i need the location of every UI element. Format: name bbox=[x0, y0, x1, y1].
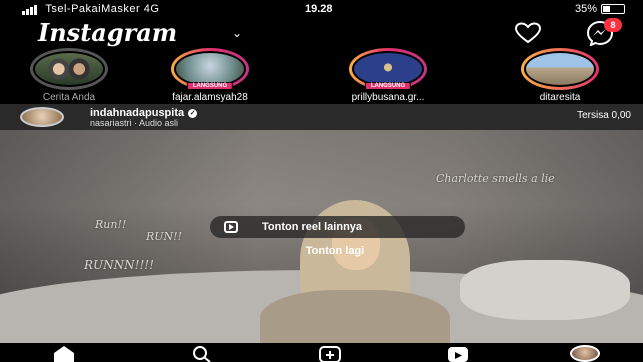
profile-avatar[interactable] bbox=[570, 345, 600, 362]
story-avatar bbox=[33, 51, 105, 87]
battery-percent: 35% bbox=[574, 3, 597, 15]
time-remaining: Tersisa 0,00 bbox=[577, 110, 631, 121]
live-badge: LANGSUNG bbox=[186, 82, 234, 90]
story-name: fajar.alamsyah28 bbox=[172, 92, 248, 103]
stories-tray: Cerita Anda LANGSUNG fajar.alamsyah28 LA… bbox=[0, 48, 643, 104]
verified-icon: ✓ bbox=[188, 108, 198, 118]
app-header: Instagram ⌄ 8 bbox=[0, 18, 643, 48]
story-name: prillybusana.gr... bbox=[351, 92, 425, 103]
reels-icon[interactable] bbox=[444, 345, 472, 362]
heart-icon[interactable] bbox=[514, 22, 542, 44]
story-ring bbox=[30, 48, 108, 90]
search-icon[interactable] bbox=[188, 345, 216, 362]
video-caption: Charlotte smells a lie bbox=[436, 172, 555, 185]
story-name: Cerita Anda bbox=[42, 92, 96, 103]
watch-more-reels-button[interactable]: Tonton reel lainnya bbox=[210, 216, 465, 238]
carrier-info: Tsel-PakaiMasker 4G bbox=[22, 3, 159, 15]
video-text-run1: Run!! bbox=[95, 218, 127, 231]
video-text-run2: RUN!! bbox=[146, 230, 183, 243]
story-name: ditaresita bbox=[539, 92, 581, 103]
video-text-run3: RUNNN!!!! bbox=[84, 258, 154, 272]
reel-video[interactable]: Charlotte smells a lie Run!! RUN!! RUNNN… bbox=[0, 130, 643, 343]
watch-more-label: Tonton reel lainnya bbox=[262, 221, 363, 233]
battery-status: 35% bbox=[575, 3, 625, 15]
story-item[interactable]: LANGSUNG prillybusana.gr... bbox=[323, 48, 453, 103]
bottom-nav bbox=[0, 343, 643, 362]
home-icon[interactable] bbox=[50, 345, 78, 362]
signal-icon bbox=[22, 3, 38, 15]
post-audio[interactable]: nasariastri · Audio asli bbox=[90, 118, 178, 128]
status-bar: Tsel-PakaiMasker 4G 19.28 35% bbox=[0, 0, 643, 18]
story-item[interactable]: Cerita Anda bbox=[4, 48, 134, 103]
live-badge: LANGSUNG bbox=[364, 82, 412, 90]
battery-icon bbox=[601, 4, 625, 14]
story-ring: LANGSUNG bbox=[349, 48, 427, 90]
story-item[interactable]: ditaresita bbox=[495, 48, 625, 103]
instagram-logo[interactable]: Instagram bbox=[38, 18, 177, 47]
post-header: indahnadapuspita ✓ nasariastri · Audio as… bbox=[0, 104, 643, 130]
story-ring bbox=[521, 48, 599, 90]
story-ring: LANGSUNG bbox=[171, 48, 249, 90]
person-body bbox=[260, 290, 450, 343]
clock: 19.28 bbox=[305, 3, 333, 15]
watch-again-button[interactable]: Tonton lagi bbox=[260, 245, 410, 257]
chevron-down-icon[interactable]: ⌄ bbox=[232, 26, 242, 40]
carrier-label: Tsel-PakaiMasker 4G bbox=[45, 3, 160, 15]
reels-icon bbox=[224, 221, 238, 233]
unread-badge: 8 bbox=[604, 18, 622, 32]
story-item[interactable]: LANGSUNG fajar.alamsyah28 bbox=[145, 48, 275, 103]
post-avatar[interactable] bbox=[20, 107, 64, 127]
story-avatar bbox=[524, 51, 596, 87]
video-pillow bbox=[460, 260, 630, 320]
create-icon[interactable] bbox=[316, 345, 344, 362]
